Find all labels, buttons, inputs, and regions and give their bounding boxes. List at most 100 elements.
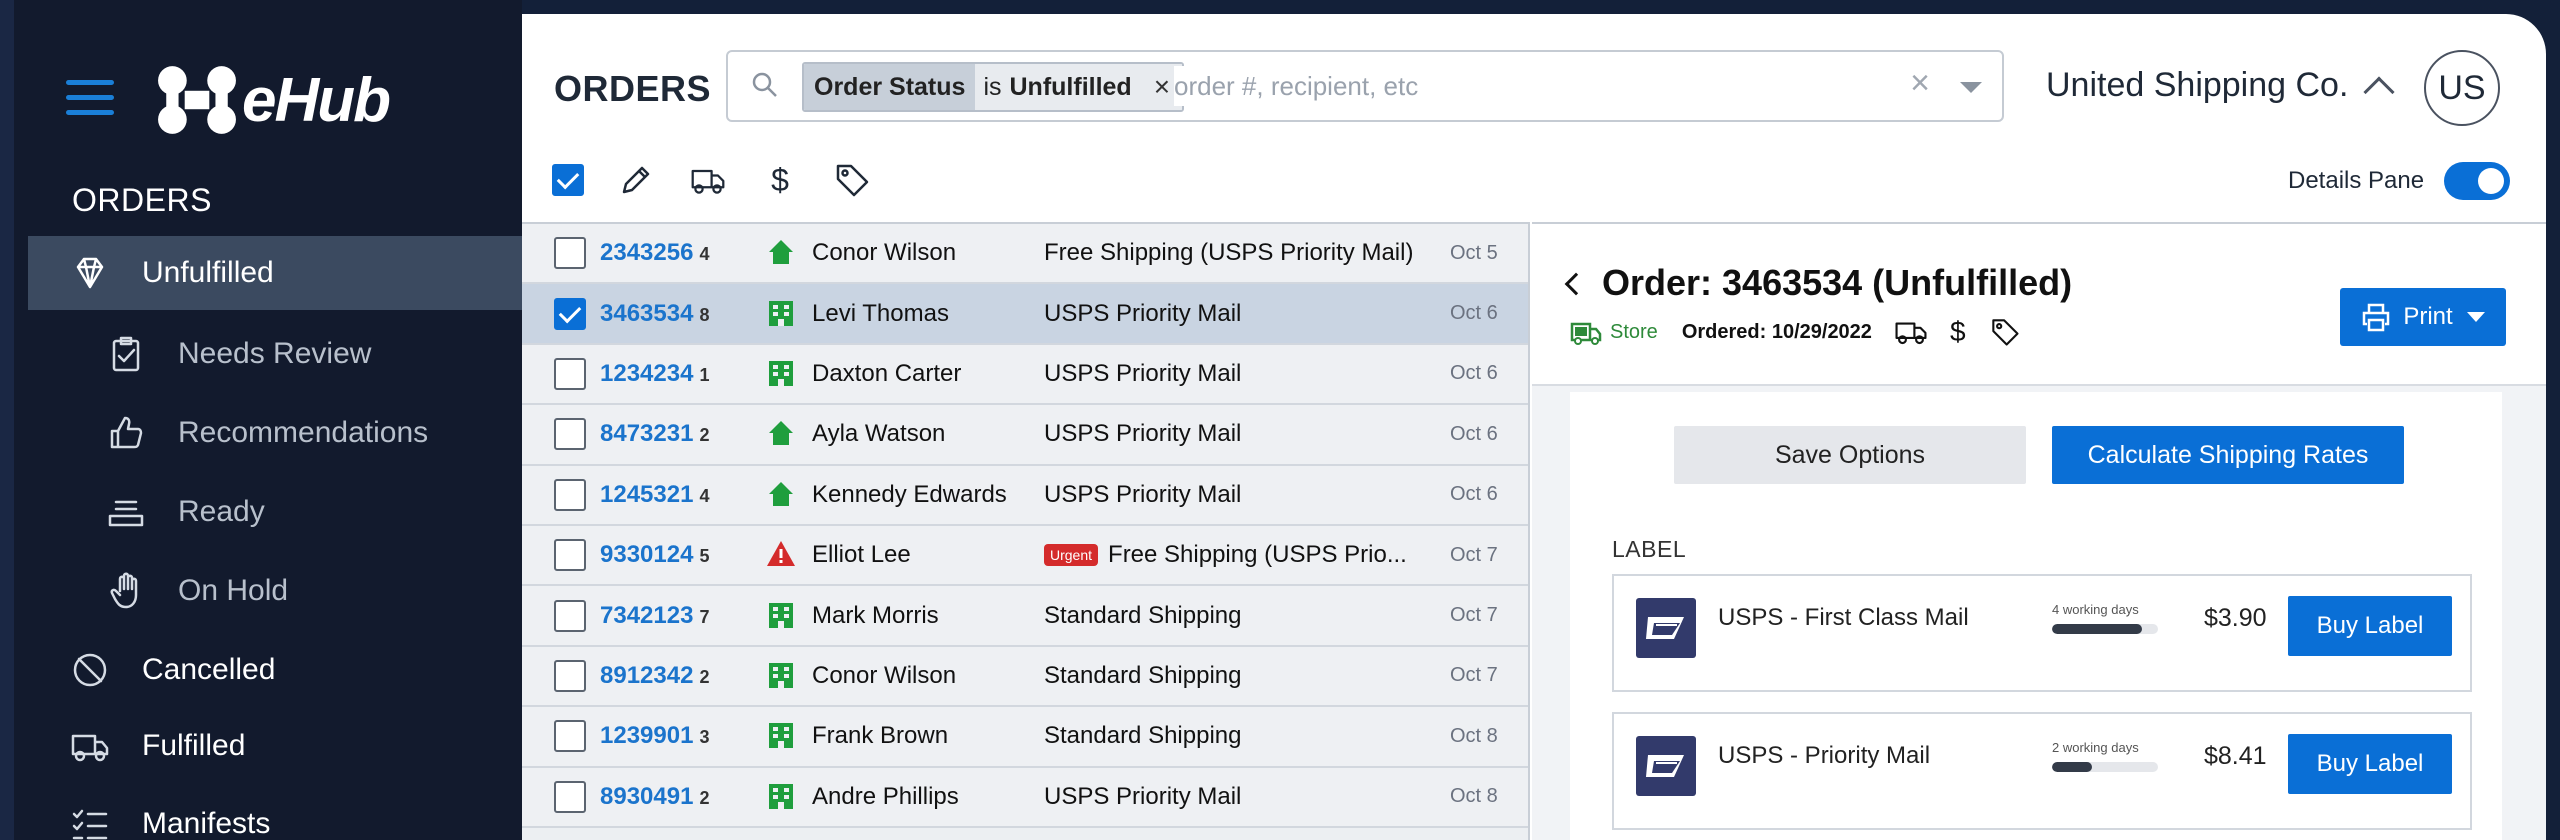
- store-icon: [766, 298, 798, 330]
- filter-chip[interactable]: Order Status is Unfulfilled ×: [802, 62, 1185, 112]
- truck-icon[interactable]: [688, 160, 728, 200]
- table-row[interactable]: 7342123 7 Mark Morris Standard Shipping Oct …: [522, 586, 1528, 647]
- rate-option: USPS - Priority Mail 2 working days $8.41 B…: [1612, 712, 2472, 830]
- details-pane-toggle[interactable]: Details Pane: [2288, 162, 2511, 200]
- select-all-checkbox[interactable]: [552, 164, 584, 196]
- filter-key: Order Status: [804, 64, 976, 110]
- table-row[interactable]: 1245321 4 Kennedy Edwards USPS Priority Mai…: [522, 465, 1528, 526]
- calculate-rates-button[interactable]: Calculate Shipping Rates: [2052, 426, 2404, 484]
- sidebar-item-needs-review[interactable]: Needs Review: [28, 317, 522, 391]
- order-number-link[interactable]: 1239901 3: [600, 722, 709, 750]
- order-number-link[interactable]: 8473231 2: [600, 420, 709, 448]
- order-number-link[interactable]: 1234234 1: [600, 360, 709, 388]
- chevron-down-icon: [2466, 312, 2485, 322]
- ordered-date: Ordered: 10/29/2022: [1681, 320, 1872, 343]
- sidebar-item-unfulfilled[interactable]: Unfulfilled: [28, 236, 522, 310]
- table-row[interactable]: 84732312 Ayla Watson Back OrderedUSPS Prio…: [522, 405, 1528, 536]
- row-checkbox[interactable]: [554, 237, 586, 270]
- recipient-name: Mark Morris: [812, 601, 939, 629]
- dollar-icon[interactable]: $: [1950, 316, 1966, 348]
- shipping-method: Urgent Free Shipping (USPS Prio...: [1044, 541, 1407, 569]
- row-checkbox[interactable]: [554, 357, 586, 390]
- details-pane-switch[interactable]: [2444, 162, 2511, 200]
- service-name: USPS - First Class Mail: [1718, 604, 1969, 631]
- table-row[interactable]: 2343256 4 Conor Wilson Free Shipping (USPS …: [522, 224, 1528, 285]
- table-row[interactable]: 8930491 2 Andre Phillips USPS Priority Mail…: [522, 767, 1528, 828]
- row-checkbox[interactable]: [554, 659, 586, 692]
- order-number-link[interactable]: 2343256 4: [600, 239, 709, 267]
- recipient-name: Elliot Lee: [812, 541, 911, 569]
- buy-label-button[interactable]: Buy Label: [2288, 734, 2452, 794]
- ehub-logo[interactable]: eHub: [156, 64, 391, 136]
- recipient-name: Ayla Watson: [812, 420, 946, 448]
- back-chevron-icon[interactable]: [1564, 272, 1588, 296]
- order-number-link[interactable]: 8912342 2: [600, 662, 709, 690]
- shipping-method: USPS Priority Mail: [1044, 299, 1242, 327]
- logo-mark-icon: [158, 66, 236, 134]
- filter-value: is Unfulfilled: [975, 64, 1144, 110]
- table-row[interactable]: 1239901 3 Frank Brown Standard Shipping Oct …: [522, 707, 1528, 768]
- checklist-icon: [68, 802, 112, 840]
- search-bar[interactable]: Order Status isUnfulfilled × ×: [726, 50, 2004, 122]
- company-selector[interactable]: United Shipping Co.: [2046, 66, 2395, 108]
- dollar-icon[interactable]: $: [760, 160, 800, 200]
- home-icon: [766, 479, 798, 511]
- thumbs-up-icon: [104, 411, 148, 455]
- brand-name: eHub: [242, 65, 391, 135]
- sidebar-item-ready[interactable]: Ready: [28, 475, 522, 549]
- warning-icon: [766, 539, 798, 571]
- avatar[interactable]: US: [2424, 50, 2500, 126]
- print-button[interactable]: Print: [2340, 288, 2506, 346]
- shipping-method: USPS Priority Mail: [1044, 480, 1242, 508]
- sidebar-item-fulfilled[interactable]: Fulfilled: [28, 709, 522, 783]
- recipient-name: Kennedy Edwards: [812, 480, 1007, 508]
- order-number-link[interactable]: 7342123 7: [600, 602, 709, 630]
- order-number-link[interactable]: 3463534 8: [600, 300, 709, 328]
- table-row[interactable]: 9330124 5 Elliot Lee Urgent Free Shipping (U…: [522, 525, 1528, 587]
- search-dropdown-icon[interactable]: [1960, 82, 1982, 93]
- row-checkbox[interactable]: [554, 478, 586, 511]
- edit-icon[interactable]: [616, 160, 656, 200]
- row-checkbox[interactable]: [554, 297, 586, 330]
- order-date: Oct 7: [1450, 664, 1498, 687]
- store-icon: [766, 720, 798, 752]
- order-title: Order: 3463534 (Unfulfilled): [1602, 262, 2073, 303]
- tag-icon[interactable]: [1988, 317, 2022, 347]
- sidebar-item-on-hold[interactable]: On Hold: [28, 554, 522, 628]
- clear-search-icon[interactable]: ×: [1910, 64, 1930, 103]
- label-heading: LABEL: [1612, 536, 1687, 562]
- menu-icon[interactable]: [66, 80, 114, 118]
- truck-icon[interactable]: [1894, 317, 1928, 347]
- table-row[interactable]: 3463534 8 Levi Thomas USPS Priority Mail Oct…: [522, 284, 1528, 345]
- usps-logo-icon: [1636, 598, 1696, 658]
- row-checkbox[interactable]: [554, 720, 586, 753]
- sidebar-item-cancelled[interactable]: Cancelled: [28, 633, 522, 707]
- order-number-link[interactable]: 8930491 2: [600, 783, 709, 811]
- recipient-name: Levi Thomas: [812, 299, 949, 327]
- row-checkbox[interactable]: [554, 418, 586, 451]
- table-row[interactable]: 8912342 2 Conor Wilson Standard Shipping Oct…: [522, 646, 1528, 708]
- row-checkbox[interactable]: [554, 599, 586, 632]
- sidebar-heading: ORDERS: [72, 182, 212, 218]
- store-icon: [766, 781, 798, 813]
- tag-icon[interactable]: [832, 160, 872, 200]
- row-checkbox[interactable]: [554, 780, 586, 813]
- save-options-button[interactable]: Save Options: [1674, 426, 2026, 484]
- order-date: Oct 6: [1450, 483, 1498, 506]
- order-number-link[interactable]: 1245321 4: [600, 481, 709, 509]
- table-row[interactable]: 1234234 1 Daxton Carter USPS Priority Mail O…: [522, 344, 1528, 406]
- shipping-card: Save Options Calculate Shipping Rates LA…: [1570, 392, 2502, 840]
- row-checkbox[interactable]: [554, 539, 586, 572]
- recipient-name: Conor Wilson: [812, 661, 957, 689]
- shipping-method: Back OrderedUSPS Priority Mail: [1044, 420, 1241, 536]
- sidebar-item-recommendations[interactable]: Recommendations: [28, 396, 522, 470]
- search-input[interactable]: [1174, 66, 1874, 106]
- page-title: ORDERS: [554, 68, 712, 109]
- store-truck-icon: [1570, 322, 1602, 345]
- sidebar-item-manifests[interactable]: Manifests: [28, 787, 522, 840]
- urgent-tag: Urgent: [1044, 544, 1099, 567]
- shipping-method: USPS Priority Mail: [1044, 359, 1242, 387]
- rate-price: $3.90: [2204, 604, 2267, 632]
- order-number-link[interactable]: 9330124 5: [600, 541, 709, 569]
- buy-label-button[interactable]: Buy Label: [2288, 596, 2452, 656]
